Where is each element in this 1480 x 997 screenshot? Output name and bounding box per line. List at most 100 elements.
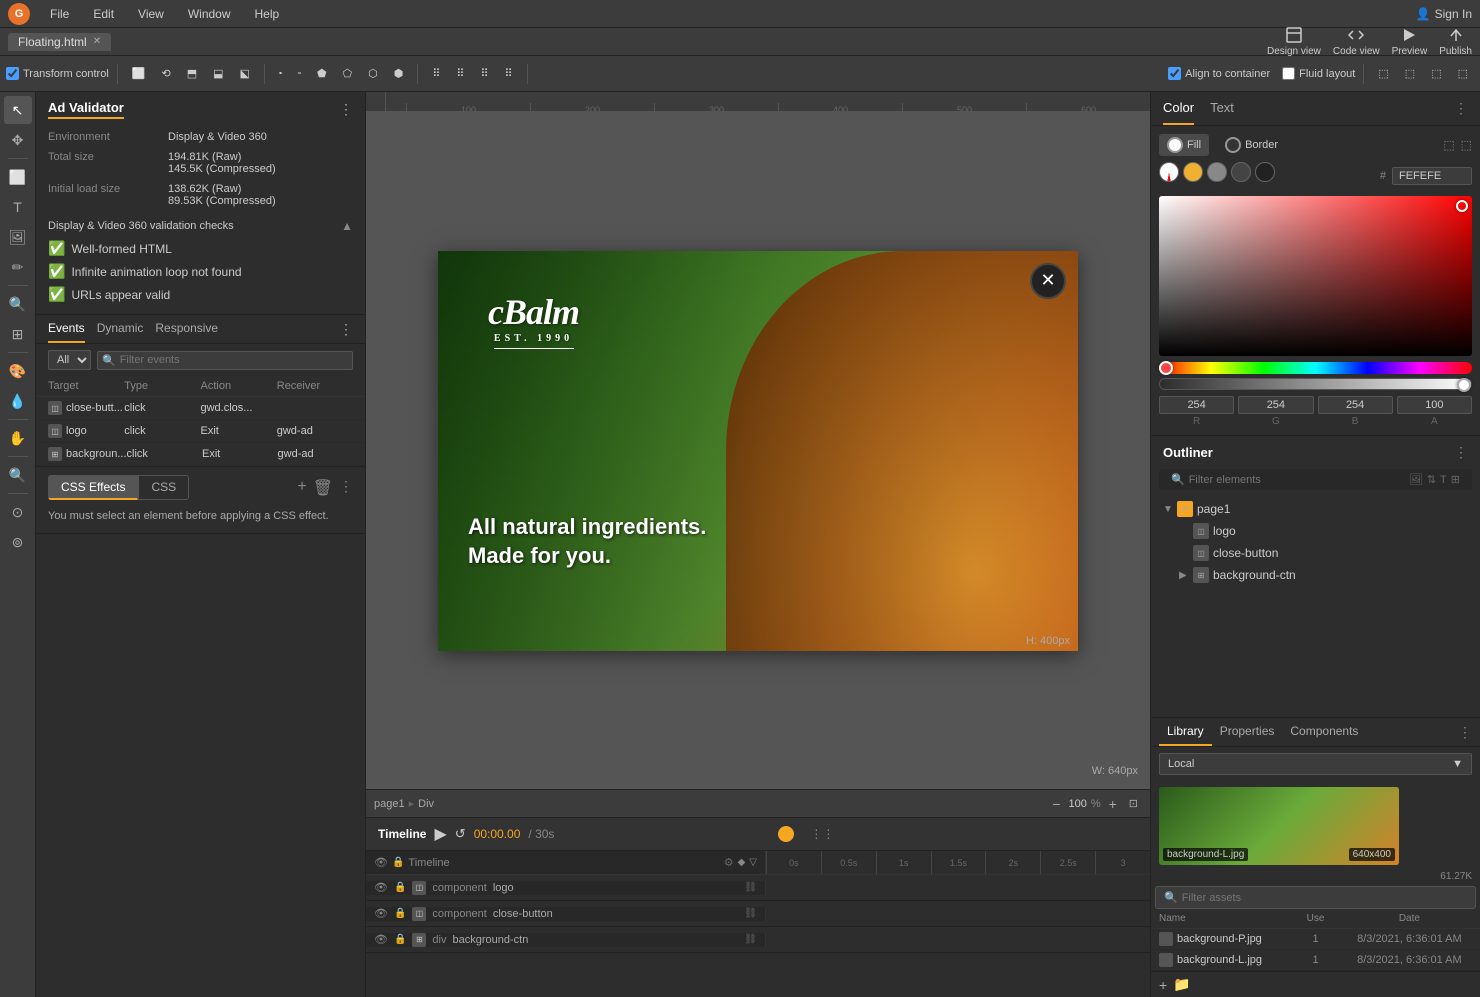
timeline-playhead-marker[interactable] [778, 826, 794, 842]
menu-window[interactable]: Window [184, 5, 235, 23]
sign-in[interactable]: 👤 Sign In [1416, 7, 1472, 21]
swatch-gray1[interactable] [1207, 162, 1227, 182]
resp-btn-2[interactable]: ⬚ [1399, 65, 1421, 82]
events-filter-input[interactable] [120, 354, 348, 366]
lib-tab-library[interactable]: Library [1159, 718, 1212, 746]
alpha-slider[interactable] [1159, 378, 1472, 390]
validation-collapse-btn[interactable]: ▲ [341, 219, 353, 233]
transform-btn-2[interactable]: ⟲ [156, 65, 177, 82]
paste-color-btn[interactable]: ⬚ [1461, 138, 1472, 152]
lib-add-btn[interactable]: + [1159, 977, 1167, 993]
tool-text[interactable]: T [4, 193, 32, 221]
zoom-in-btn[interactable]: + [1105, 796, 1121, 812]
tl-plus-header[interactable]: ▽ [749, 857, 757, 868]
text-tab[interactable]: Text [1210, 92, 1234, 125]
tool-shapes[interactable]: ⬜ [4, 163, 32, 191]
lib-tab-properties[interactable]: Properties [1212, 718, 1283, 746]
event-row-3[interactable]: ⊞backgroun... click Exit gwd-ad [36, 443, 365, 466]
asset-row-1[interactable]: background-P.jpg 1 8/3/2021, 6:36:01 AM [1151, 929, 1480, 950]
transform-btn-3[interactable]: ⬒ [181, 65, 203, 82]
events-filter-select[interactable]: All [48, 350, 91, 370]
close-button[interactable]: ✕ [1030, 263, 1066, 299]
a-input[interactable] [1397, 396, 1472, 414]
tab-responsive[interactable]: Responsive [155, 315, 218, 343]
tool-zoom[interactable]: 🔍 [4, 290, 32, 318]
dist-btn-4[interactable]: ⠿ [499, 65, 519, 82]
tool-components[interactable]: ⊞ [4, 320, 32, 348]
tool-scripts[interactable]: ⊚ [4, 528, 32, 556]
events-menu-btn[interactable]: ⋮ [339, 321, 353, 338]
design-view-btn[interactable]: Design view [1267, 26, 1321, 57]
code-view-btn[interactable]: Code view [1333, 26, 1380, 57]
tl-lock-3[interactable]: 🔒 [394, 934, 406, 945]
tool-pen[interactable]: ✏ [4, 253, 32, 281]
align-btn-4[interactable]: ⬠ [337, 65, 359, 82]
tab-close-btn[interactable]: ✕ [93, 36, 101, 47]
tree-logo[interactable]: ◫ logo [1151, 520, 1480, 542]
library-menu-btn[interactable]: ⋮ [1458, 724, 1472, 741]
css-tab[interactable]: CSS [138, 475, 189, 500]
tab-dynamic[interactable]: Dynamic [97, 315, 144, 343]
preview-btn[interactable]: Preview [1392, 26, 1428, 57]
event-row-1[interactable]: ◫close-butt... click gwd.clos... [36, 397, 365, 420]
tl-eye-header[interactable]: 👁 [374, 856, 388, 869]
timeline-play-btn[interactable]: ▶ [434, 824, 446, 844]
tl-eye-2[interactable]: 👁 [374, 907, 388, 920]
tool-eyedrop[interactable]: 💧 [4, 387, 32, 415]
tool-select[interactable]: ↖ [4, 96, 32, 124]
color-hex-input[interactable] [1392, 167, 1472, 185]
tool-hand[interactable]: ✥ [4, 126, 32, 154]
tree-background-ctn[interactable]: ▶ ⊞ background-ctn [1151, 564, 1480, 586]
color-panel-menu-btn[interactable]: ⋮ [1454, 100, 1468, 117]
r-input[interactable] [1159, 396, 1234, 414]
css-effects-tab[interactable]: CSS Effects [48, 475, 138, 500]
asset-row-2[interactable]: background-L.jpg 1 8/3/2021, 6:36:01 AM [1151, 950, 1480, 971]
tab-events[interactable]: Events [48, 315, 85, 343]
outliner-img-icon[interactable]: 🖼 [1409, 473, 1423, 486]
transform-btn-5[interactable]: ⬕ [234, 65, 256, 82]
transform-control-check[interactable]: Transform control [6, 67, 109, 80]
zoom-fit-btn[interactable]: ⊡ [1125, 797, 1142, 810]
resp-btn-3[interactable]: ⬚ [1425, 65, 1447, 82]
swatch-dark[interactable] [1255, 162, 1275, 182]
tool-image[interactable]: 🖼 [4, 223, 32, 251]
fluid-layout-check[interactable]: Fluid layout [1282, 67, 1355, 80]
outliner-sort-icon[interactable]: ⇅ [1427, 473, 1436, 486]
publish-btn[interactable]: Publish [1439, 26, 1472, 57]
swatch-yellow[interactable] [1183, 162, 1203, 182]
tl-eye-3[interactable]: 👁 [374, 933, 388, 946]
tool-grab[interactable]: ✋ [4, 424, 32, 452]
css-delete-btn[interactable]: 🗑 [313, 478, 333, 498]
event-row-2[interactable]: ◫logo click Exit gwd-ad [36, 420, 365, 443]
zoom-out-btn[interactable]: − [1048, 796, 1064, 812]
tool-search[interactable]: 🔍 [4, 461, 32, 489]
outliner-text-icon[interactable]: T [1440, 474, 1447, 486]
css-add-btn[interactable]: + [297, 478, 306, 498]
resp-btn-1[interactable]: ⬚ [1372, 65, 1394, 82]
align-container-check[interactable]: Align to container [1168, 67, 1270, 80]
tree-close-button[interactable]: ◫ close-button [1151, 542, 1480, 564]
border-btn[interactable]: Border [1217, 134, 1286, 156]
tl-gear-header[interactable]: ⚙ [724, 856, 734, 869]
tl-lock-2[interactable]: 🔒 [394, 908, 406, 919]
tool-layers[interactable]: ⊙ [4, 498, 32, 526]
swatch-none[interactable] [1159, 162, 1179, 182]
file-tab[interactable]: Floating.html ✕ [8, 33, 111, 51]
hue-slider[interactable] [1159, 362, 1472, 374]
outliner-grid-icon[interactable]: ⊞ [1451, 473, 1460, 486]
tl-lock-header[interactable]: 🔒 [392, 857, 404, 868]
menu-view[interactable]: View [134, 5, 168, 23]
menu-file[interactable]: File [46, 5, 73, 23]
align-btn-6[interactable]: ⬢ [388, 65, 410, 82]
align-btn-3[interactable]: ⬟ [311, 65, 333, 82]
resp-btn-4[interactable]: ⬚ [1452, 65, 1474, 82]
dist-btn-3[interactable]: ⠿ [474, 65, 494, 82]
timeline-loop-btn[interactable]: ↺ [455, 826, 466, 842]
lib-folder-btn[interactable]: 📁 [1173, 976, 1190, 993]
color-gradient-picker[interactable] [1159, 196, 1472, 356]
tl-diamond-header[interactable]: ◆ [738, 857, 746, 868]
b-input[interactable] [1318, 396, 1393, 414]
align-btn-1[interactable]: ⬝ [273, 65, 288, 82]
transform-btn-1[interactable]: ⬜ [126, 65, 152, 82]
swatch-gray2[interactable] [1231, 162, 1251, 182]
